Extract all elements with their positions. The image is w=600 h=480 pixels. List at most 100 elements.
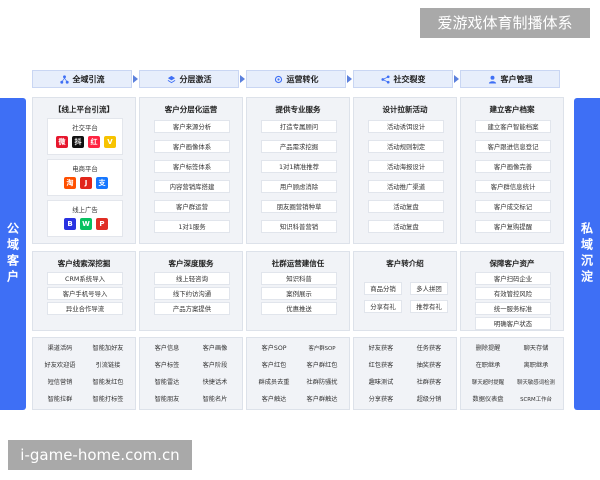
baidu-logo[interactable]: B [64, 218, 76, 230]
panel-title: 保障客户资产 [489, 259, 535, 268]
feature-item[interactable]: 线下约访沟通 [154, 287, 230, 300]
tool-item[interactable]: 红包获客 [358, 358, 404, 371]
feature-item[interactable]: 1对1精准推荐 [261, 160, 337, 173]
tool-item[interactable]: 聊天敏感词检测 [513, 375, 559, 388]
tool-item[interactable]: 客户群红包 [299, 358, 345, 371]
tool-item[interactable]: 智能加好友 [85, 341, 131, 354]
tool-item[interactable]: 渠道活码 [37, 341, 83, 354]
feature-item[interactable]: 多人拼团 [410, 282, 448, 295]
row2-panel: 客户转介绍 商品分销 多人拼团 分享有礼 推荐有礼 [353, 251, 457, 331]
feature-item[interactable]: 产品需求挖掘 [261, 140, 337, 153]
feature-item[interactable]: 优惠推送 [261, 302, 337, 315]
alipay-logo[interactable]: 支 [96, 177, 108, 189]
stage-label: 分层激活 [179, 74, 212, 84]
feature-item[interactable]: 明确客户状态 [475, 317, 551, 330]
feature-item[interactable]: 客户成交标记 [475, 200, 551, 213]
feature-item[interactable]: 活动诱饵设计 [368, 120, 444, 133]
feature-item[interactable]: 客户来源分析 [154, 120, 230, 133]
wechat-logo[interactable]: W [80, 218, 92, 230]
tool-item[interactable]: 快捷话术 [192, 375, 238, 388]
pinduoduo-logo[interactable]: P [96, 218, 108, 230]
row2-panel: 社群运营建信任 知识科普 案例展示 优惠推送 [246, 251, 350, 331]
tool-item[interactable]: 智能朋友 [144, 392, 190, 405]
feature-item[interactable]: 用户顾虑消除 [261, 180, 337, 193]
jd-logo[interactable]: J [80, 177, 92, 189]
weibo-logo[interactable]: 微 [56, 136, 68, 148]
feature-item[interactable]: 异业合作导流 [47, 302, 123, 315]
feature-item[interactable]: 活动规则制定 [368, 140, 444, 153]
tool-item[interactable]: 客户触达 [251, 392, 297, 405]
feature-item[interactable]: CRM系统导入 [47, 272, 123, 285]
tool-item[interactable]: 离职继承 [513, 358, 559, 371]
feature-item[interactable]: 商品分销 [364, 282, 402, 295]
feature-item[interactable]: 线上轻咨询 [154, 272, 230, 285]
feature-item[interactable]: 客户手机号导入 [47, 287, 123, 300]
platform-group-label: 电商平台 [72, 165, 98, 173]
tool-item[interactable]: 智能打标签 [85, 392, 131, 405]
tool-item[interactable]: 抽奖获客 [406, 358, 452, 371]
tool-item[interactable]: 客户标签 [144, 358, 190, 371]
tool-item[interactable]: 智能雷达 [144, 375, 190, 388]
row1-panel: 设计拉新活动 活动诱饵设计 活动规则制定 活动海报设计 活动推广渠道 活动复盘 活动复盘 [353, 97, 457, 244]
tool-item[interactable]: 客户信息 [144, 341, 190, 354]
feature-item[interactable]: 朋友圈营销种草 [261, 200, 337, 213]
feature-item[interactable]: 统一服务标准 [475, 302, 551, 315]
yellow-logo[interactable]: V [104, 136, 116, 148]
tool-item[interactable]: 客户阶段 [192, 358, 238, 371]
tool-item[interactable]: 群成员去重 [251, 375, 297, 388]
feature-item[interactable]: 内容营销库搭建 [154, 180, 230, 193]
tool-item[interactable]: 超级分销 [406, 392, 452, 405]
feature-item[interactable]: 客户群运营 [154, 200, 230, 213]
feature-item[interactable]: 建立客户智能档案 [475, 120, 551, 133]
tool-item[interactable]: 在职继承 [465, 358, 511, 371]
row1-panel: 提供专业服务 打造专属顾问 产品需求挖掘 1对1精准推荐 用户顾虑消除 朋友圈营销种草 知识… [246, 97, 350, 244]
feature-item[interactable]: 知识科普 [261, 272, 337, 285]
tool-item[interactable]: 聊天超时提醒 [465, 375, 511, 388]
feature-item[interactable]: 客户复购提醒 [475, 220, 551, 233]
feature-item[interactable]: 活动复盘 [368, 220, 444, 233]
tool-item[interactable]: 智能发红包 [85, 375, 131, 388]
xiaohongshu-logo[interactable]: 红 [88, 136, 100, 148]
panel-title: 设计拉新活动 [382, 105, 428, 114]
tool-item[interactable]: 删除提醒 [465, 341, 511, 354]
tool-item[interactable]: 好友获客 [358, 341, 404, 354]
feature-item[interactable]: 客户画像完善 [475, 160, 551, 173]
feature-item[interactable]: 客户扫码企业 [475, 272, 551, 285]
stage-header: 分层激活 [139, 70, 239, 88]
feature-item[interactable]: 知识科普营销 [261, 220, 337, 233]
feature-item[interactable]: 打造专属顾问 [261, 120, 337, 133]
feature-item[interactable]: 客户标签体系 [154, 160, 230, 173]
feature-item[interactable]: 推荐有礼 [410, 300, 448, 313]
taobao-logo[interactable]: 淘 [64, 177, 76, 189]
feature-item[interactable]: 有效管控风险 [475, 287, 551, 300]
tool-item[interactable]: 智能拉群 [37, 392, 83, 405]
tool-item[interactable]: 任务获客 [406, 341, 452, 354]
tool-item[interactable]: 客户红包 [251, 358, 297, 371]
tool-item[interactable]: 聊天存储 [513, 341, 559, 354]
tool-item[interactable]: 社群防骚扰 [299, 375, 345, 388]
feature-item[interactable]: 客户画像体系 [154, 140, 230, 153]
tool-item[interactable]: 客户群SOP [299, 341, 345, 354]
tool-item[interactable]: SCRM工作台 [513, 392, 559, 405]
feature-item[interactable]: 分享有礼 [364, 300, 402, 313]
douyin-logo[interactable]: 抖 [72, 136, 84, 148]
feature-item[interactable]: 产品方案提供 [154, 302, 230, 315]
tool-item[interactable]: 短信营销 [37, 375, 83, 388]
tool-item[interactable]: 客户画像 [192, 341, 238, 354]
tool-item[interactable]: 引流链接 [85, 358, 131, 371]
tool-item[interactable]: 分享获客 [358, 392, 404, 405]
tool-item[interactable]: 趣味测试 [358, 375, 404, 388]
feature-item[interactable]: 案例展示 [261, 287, 337, 300]
feature-item[interactable]: 1对1服务 [154, 220, 230, 233]
feature-item[interactable]: 客户跟进信息登记 [475, 140, 551, 153]
tool-item[interactable]: 智能名片 [192, 392, 238, 405]
tool-item[interactable]: 客户SOP [251, 341, 297, 354]
feature-item[interactable]: 活动复盘 [368, 200, 444, 213]
feature-item[interactable]: 客户群信息统计 [475, 180, 551, 193]
feature-item[interactable]: 活动推广渠道 [368, 180, 444, 193]
tool-item[interactable]: 好友欢迎语 [37, 358, 83, 371]
tool-item[interactable]: 数据仪表盘 [465, 392, 511, 405]
feature-item[interactable]: 活动海报设计 [368, 160, 444, 173]
tool-item[interactable]: 客户群触达 [299, 392, 345, 405]
tool-item[interactable]: 社群获客 [406, 375, 452, 388]
